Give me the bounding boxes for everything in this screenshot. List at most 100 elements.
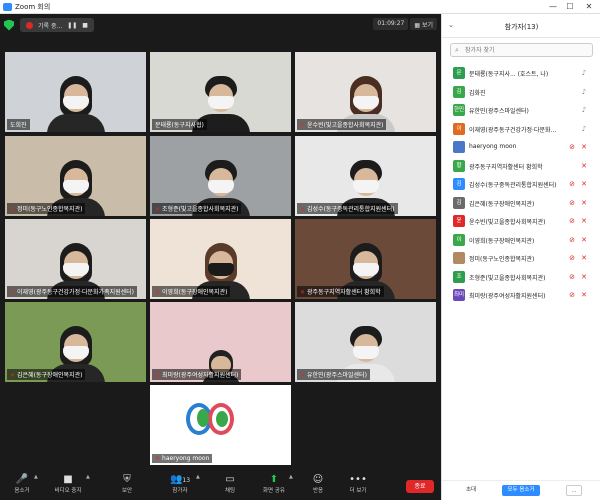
participant-list-item[interactable]: 김 김성수(동구중독관리통합지원센터) ⊘ ✕	[442, 175, 600, 194]
avatar: 김	[453, 178, 465, 190]
participants-button[interactable]: 👥13 참가자	[160, 473, 200, 494]
chat-bubble-icon: ▭	[225, 474, 235, 485]
participant-name: 조형준(빛고을종합사회복지관)	[469, 274, 546, 282]
participant-list-item[interactable]: 한민 유한민(광주스마일센터) ♪	[442, 101, 600, 120]
microphone-icon: ♪	[581, 69, 587, 77]
close-button[interactable]: ✕	[582, 1, 596, 13]
zoom-app-icon	[3, 3, 12, 11]
recording-label: 기록 중...	[38, 22, 63, 30]
video-off-icon: ⊘	[569, 254, 575, 262]
muted-microphone-icon: ✕	[581, 198, 587, 207]
participants-panel: ⌄ 참가자(13) ⌕ 문문태룡(동구지사... (호스트, 나)♪김김화진♪한…	[441, 14, 600, 500]
participant-name: ✕ 윤수빈(빛고을종합사회복지관)	[297, 119, 387, 130]
video-tile[interactable]: ✕ 김은혜(동구장애인복지관)	[5, 302, 146, 382]
participant-list-item[interactable]: 이 이재영(광주동구건강가정·다문화... ♪	[442, 120, 600, 139]
stop-video-button[interactable]: ■ 비디오 중지	[48, 473, 88, 494]
muted-icon: ✕	[10, 372, 16, 379]
view-controls: 01:09:27 ▦ 보기	[373, 18, 437, 30]
muted-microphone-icon: ✕	[581, 272, 587, 281]
video-tile[interactable]: 문태룡(동구지사협)	[150, 52, 291, 132]
zoom-window: Zoom 회의 — ☐ ✕ 기록 중... ❚❚ ■ 01:09:27 ▦ 보기…	[0, 0, 600, 500]
recording-indicator: 기록 중... ❚❚ ■	[20, 18, 94, 32]
participant-name: ✕ 유한민(광주스마일센터)	[297, 369, 370, 380]
video-tile[interactable]: 도희진	[5, 52, 146, 132]
participant-list-item[interactable]: 윤 윤수빈(빛고을종합사회복지관) ⊘ ✕	[442, 212, 600, 231]
reactions-button[interactable]: ☺ 반응	[298, 473, 338, 494]
muted-microphone-icon: ✕	[581, 217, 587, 225]
participant-list-item[interactable]: 문 문태룡(동구지사... (호스트, 나) ♪	[442, 64, 600, 83]
video-tile[interactable]: ✕ 윤수빈(빛고을종합사회복지관)	[295, 52, 436, 132]
muted-icon: ✕	[155, 372, 161, 379]
participant-search-box[interactable]: ⌕	[450, 43, 593, 57]
mute-all-button[interactable]: 모두 음소거	[502, 485, 540, 496]
video-gallery: 기록 중... ❚❚ ■ 01:09:27 ▦ 보기 도희진 문태룡(동구지사협…	[0, 14, 441, 470]
panel-more-button[interactable]: ...	[566, 485, 582, 496]
video-tile[interactable]: ✕ 광주동구지역자활센터 황희학	[295, 219, 436, 299]
audio-options-caret[interactable]: ▲	[34, 474, 38, 480]
muted-icon: ✕	[155, 289, 161, 296]
avatar: 조	[453, 270, 465, 283]
window-title: Zoom 회의	[15, 3, 51, 11]
participant-name: 정미(동구노인종합복지관)	[469, 256, 535, 263]
participant-list-item[interactable]: 김 김화진 ♪	[442, 83, 600, 102]
logo-leaf-left	[197, 409, 209, 427]
participant-list-item[interactable]: 황 광주동구지역자활센터 황희학 ✕	[442, 157, 600, 176]
participant-name: 이영희(동구장애인복지관)	[469, 237, 535, 245]
participant-name: 문태룡(동구지사... (호스트, 나)	[469, 71, 549, 78]
security-shield-icon: ⛨	[123, 474, 131, 485]
video-tile[interactable]: ✕ 최미랑(광주여성자활지원센터)	[150, 302, 291, 382]
avatar: 한민	[453, 104, 465, 116]
invite-button[interactable]: 초대	[460, 485, 482, 496]
participant-name: 도희진	[7, 119, 30, 130]
participant-name: 최미랑(광주여성자활지원센터)	[469, 293, 546, 300]
video-tile[interactable]: ✕ haeryong moon	[150, 385, 291, 465]
participant-video	[46, 76, 105, 132]
participant-list-item[interactable]: 조 조형준(빛고을종합사회복지관) ⊘ ✕	[442, 268, 600, 287]
video-tile[interactable]: ✕ 김성수(동구중독관리통합지원센터)	[295, 136, 436, 216]
more-button[interactable]: ••• 더 보기	[338, 473, 378, 494]
share-options-caret[interactable]: ▲	[289, 474, 293, 480]
participant-list-item[interactable]: haeryong moon ⊘ ✕	[442, 138, 600, 157]
participant-name: 문태룡(동구지사협)	[152, 119, 207, 130]
minimize-button[interactable]: —	[546, 1, 560, 13]
video-tile-active-speaker[interactable]: ✕ 이재영(광주동구건강가정·다문화가족지원센터)	[5, 219, 146, 299]
participants-count: 13	[182, 477, 191, 484]
view-button[interactable]: ▦ 보기	[410, 18, 437, 30]
participant-name: 김은혜(동구장애인복지관)	[469, 200, 535, 208]
end-meeting-button[interactable]: 종료	[406, 480, 434, 493]
participant-search-input[interactable]	[465, 45, 590, 56]
participants-options-caret[interactable]: ▲	[196, 474, 200, 480]
participant-name: 김성수(동구중독관리통합지원센터)	[469, 182, 557, 189]
shield-icon[interactable]	[4, 19, 14, 31]
maximize-button[interactable]: ☐	[563, 1, 577, 13]
participant-name: ✕ 최미랑(광주여성자활지원센터)	[152, 369, 242, 380]
video-off-icon: ⊘	[569, 217, 575, 225]
participant-name: haeryong moon	[469, 143, 517, 150]
video-tile[interactable]: ✕ 조형준(빛고을종합사회복지관)	[150, 136, 291, 216]
title-bar: Zoom 회의 — ☐ ✕	[0, 0, 600, 14]
panel-footer: 초대 모두 음소거 ...	[442, 480, 600, 500]
participant-list-item[interactable]: 최미 최미랑(광주여성자활지원센터) ⊘ ✕	[442, 286, 600, 305]
video-tile[interactable]: ✕ 이영희(동구장애인복지관)	[150, 219, 291, 299]
logo-leaf-right	[216, 411, 228, 427]
chat-button[interactable]: ▭ 채팅	[210, 473, 250, 494]
participant-list-item[interactable]: 이 이영희(동구장애인복지관) ⊘ ✕	[442, 231, 600, 250]
video-tile[interactable]: ✕ 유한민(광주스마일센터)	[295, 302, 436, 382]
video-off-icon: ⊘	[569, 272, 575, 281]
participant-list-item[interactable]: 김 김은혜(동구장애인복지관) ⊘ ✕	[442, 194, 600, 213]
share-screen-icon: ⬆	[269, 474, 279, 485]
participant-name: ✕ 정미(동구노인종합복지관)	[7, 203, 86, 214]
avatar: 문	[453, 67, 465, 79]
meeting-timer: 01:09:27	[373, 18, 409, 30]
pause-recording-button[interactable]: ❚❚	[67, 22, 77, 29]
avatar	[453, 141, 465, 153]
video-camera-icon: ■	[63, 474, 73, 485]
share-screen-button[interactable]: ⬆ 화면 공유	[254, 473, 294, 494]
video-tile[interactable]: ✕ 정미(동구노인종합복지관)	[5, 136, 146, 216]
meeting-toolbar: 🎤 음소거 ▲ ■ 비디오 중지 ▲ ⛨ 보안 👥13 참가자 ▲ ▭ 채팅 ⬆…	[0, 470, 441, 500]
participant-list-item[interactable]: 정미(동구노인종합복지관) ⊘ ✕	[442, 249, 600, 268]
stop-recording-button[interactable]: ■	[82, 22, 88, 29]
security-button[interactable]: ⛨ 보안	[107, 473, 147, 494]
avatar: 김	[453, 85, 465, 98]
video-options-caret[interactable]: ▲	[86, 474, 90, 480]
